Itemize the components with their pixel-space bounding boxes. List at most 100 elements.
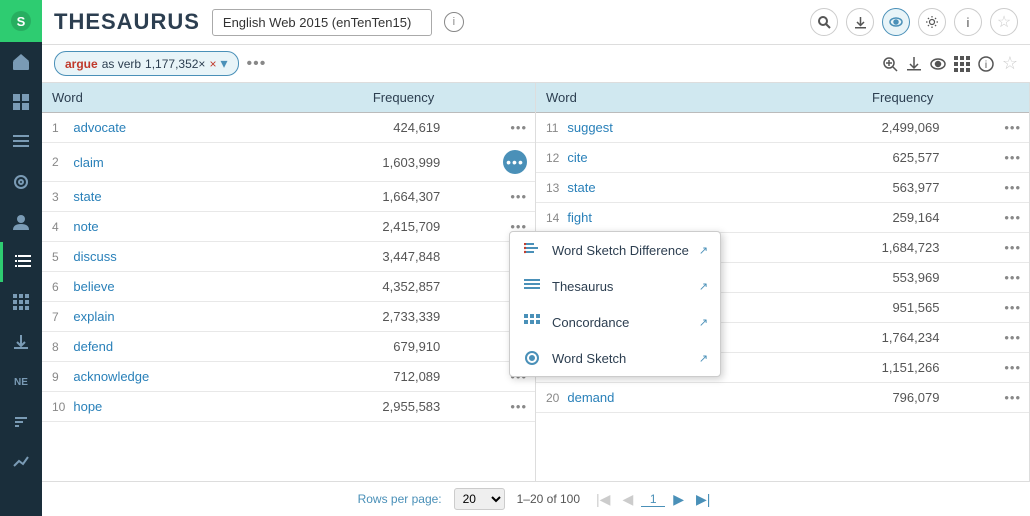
row-word[interactable]: state	[563, 173, 730, 203]
footer: Rows per page: 20 10 50 100 1–20 of 100 …	[42, 481, 1030, 516]
corpus-selector[interactable]	[212, 9, 432, 36]
external-link-icon: ↗	[699, 280, 708, 293]
rows-per-page-select[interactable]: 20 10 50 100	[454, 488, 505, 510]
sidebar-item-home[interactable]	[0, 42, 42, 82]
sidebar-item-user[interactable]	[0, 202, 42, 242]
sidebar-item-wordlist[interactable]	[0, 242, 42, 282]
row-word[interactable]: note	[69, 212, 259, 242]
row-frequency: 424,619	[260, 113, 445, 143]
row-word[interactable]: cite	[563, 143, 730, 173]
next-page-button[interactable]: ▶	[669, 489, 688, 510]
row-word[interactable]: explain	[69, 302, 259, 332]
row-word[interactable]: believe	[69, 272, 259, 302]
sidebar-item-list[interactable]	[0, 122, 42, 162]
row-word[interactable]: suggest	[563, 113, 730, 143]
search-button[interactable]	[810, 8, 838, 36]
grid-icon[interactable]	[954, 56, 970, 72]
row-more-button[interactable]: •••	[510, 189, 527, 204]
more-options-button[interactable]: •••	[247, 55, 267, 73]
view-button[interactable]	[882, 8, 910, 36]
first-page-button[interactable]: |◀	[592, 489, 614, 510]
row-more-button[interactable]: •••	[1004, 240, 1021, 255]
row-frequency: 1,664,307	[260, 182, 445, 212]
last-page-button[interactable]: ▶|	[692, 489, 714, 510]
dropdown-item-thesaurus[interactable]: Thesaurus ↗	[510, 268, 720, 304]
settings-button[interactable]	[918, 8, 946, 36]
sidebar-item-download[interactable]	[0, 322, 42, 362]
row-word[interactable]: state	[69, 182, 259, 212]
page-title: THESAURUS	[54, 9, 200, 35]
table-row: 13 state 563,977 •••	[536, 173, 1029, 203]
row-word[interactable]: defend	[69, 332, 259, 362]
info-button[interactable]: i	[954, 8, 982, 36]
row-word[interactable]: fight	[563, 203, 730, 233]
row-number: 5	[42, 242, 69, 272]
corpus-info-button[interactable]: i	[444, 12, 464, 32]
row-more-button[interactable]: •••	[1004, 390, 1021, 405]
row-word[interactable]: advocate	[69, 113, 259, 143]
row-frequency: 563,977	[730, 173, 943, 203]
info-icon[interactable]: i	[978, 56, 994, 72]
row-more-button[interactable]: •••	[503, 150, 527, 174]
row-more-button[interactable]: •••	[1004, 180, 1021, 195]
dropdown-item-word-sketch[interactable]: Word Sketch ↗	[510, 340, 720, 376]
table-row: 12 cite 625,577 •••	[536, 143, 1029, 173]
zoom-icon	[882, 56, 898, 72]
dropdown-item-word-sketch-diff[interactable]: Word Sketch Difference ↗	[510, 232, 720, 268]
prev-page-button[interactable]: ◀	[618, 489, 637, 510]
row-frequency: 259,164	[730, 203, 943, 233]
rows-per-page-label: Rows per page:	[358, 492, 442, 506]
star-icon[interactable]: ☆	[1002, 53, 1018, 74]
row-word[interactable]: hope	[69, 392, 259, 422]
download-button[interactable]	[846, 8, 874, 36]
tag-dropdown-button[interactable]: ▾	[220, 55, 227, 72]
thesaurus-icon	[522, 276, 542, 296]
row-more-button[interactable]: •••	[510, 120, 527, 135]
row-number: 4	[42, 212, 69, 242]
row-word[interactable]: acknowledge	[69, 362, 259, 392]
pagination-nav: |◀ ◀ ▶ ▶|	[592, 489, 714, 510]
sidebar-item-dashboard[interactable]	[0, 82, 42, 122]
row-frequency: 1,764,234	[730, 323, 943, 353]
sidebar-item-trend[interactable]	[0, 442, 42, 482]
sidebar-item-concordance[interactable]	[0, 162, 42, 202]
row-more-button[interactable]: •••	[1004, 120, 1021, 135]
row-more-button[interactable]: •••	[1004, 210, 1021, 225]
row-more-button[interactable]: •••	[1004, 150, 1021, 165]
row-more-button[interactable]: •••	[1004, 360, 1021, 375]
eye-icon[interactable]	[930, 56, 946, 72]
dropdown-item-concordance[interactable]: Concordance ↗	[510, 304, 720, 340]
star-button[interactable]: ☆	[990, 8, 1018, 36]
concordance-icon	[522, 312, 542, 332]
search-pos: as verb	[102, 57, 141, 71]
table-row: 4 note 2,415,709 •••	[42, 212, 535, 242]
toolbar-right: i ☆	[882, 53, 1018, 74]
table-row: 14 fight 259,164 •••	[536, 203, 1029, 233]
left-col-word: Word	[42, 83, 260, 113]
row-frequency: 679,910	[260, 332, 445, 362]
row-more-button[interactable]: •••	[1004, 330, 1021, 345]
row-more-button[interactable]: •••	[510, 399, 527, 414]
row-word[interactable]: claim	[69, 143, 259, 182]
external-link-icon: ↗	[699, 352, 708, 365]
page-input[interactable]	[641, 492, 665, 507]
table-row: 11 suggest 2,499,069 •••	[536, 113, 1029, 143]
table-row: 1 advocate 424,619 •••	[42, 113, 535, 143]
sidebar-item-ne[interactable]: NE	[0, 362, 42, 402]
download-icon[interactable]	[906, 56, 922, 72]
sidebar-item-sort[interactable]	[0, 402, 42, 442]
row-frequency: 1,151,266	[730, 353, 943, 383]
row-frequency: 4,352,857	[260, 272, 445, 302]
app-logo[interactable]: S	[0, 0, 42, 42]
row-more-button[interactable]: •••	[1004, 300, 1021, 315]
tag-remove-button[interactable]: ×	[209, 57, 216, 71]
row-actions: •••	[943, 233, 1029, 263]
row-number: 9	[42, 362, 69, 392]
row-actions: •••	[943, 203, 1029, 233]
row-more-button[interactable]: •••	[1004, 270, 1021, 285]
external-link-icon: ↗	[699, 316, 708, 329]
row-word[interactable]: discuss	[69, 242, 259, 272]
row-word[interactable]: demand	[563, 383, 730, 413]
dropdown-item-label: Thesaurus	[552, 279, 613, 294]
sidebar-item-grid[interactable]	[0, 282, 42, 322]
